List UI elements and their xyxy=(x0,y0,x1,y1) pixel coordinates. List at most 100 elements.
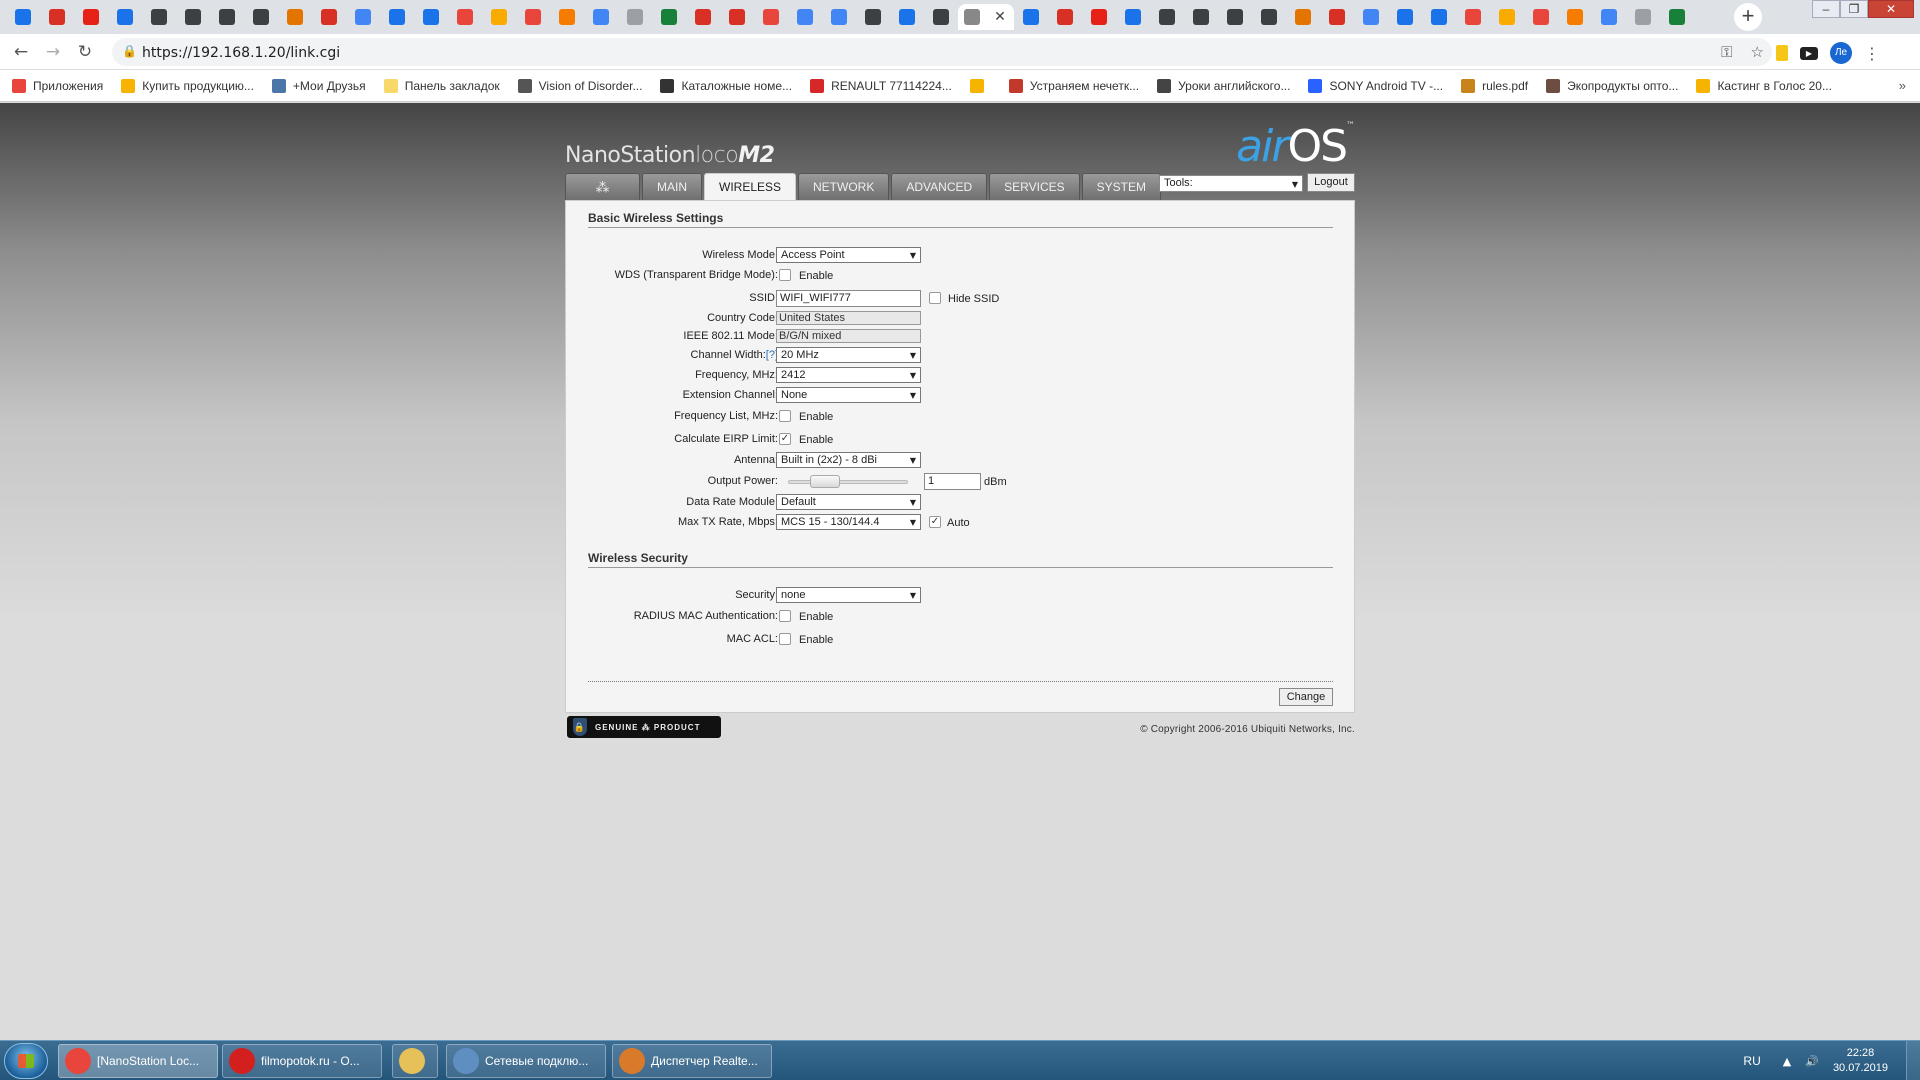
browser-tab[interactable] xyxy=(788,4,822,30)
bookmark-item[interactable]: Панель закладок xyxy=(383,78,500,93)
bookmark-item[interactable]: rules.pdf xyxy=(1461,78,1528,93)
new-tab-button[interactable]: + xyxy=(1734,3,1762,31)
wds-checkbox[interactable] xyxy=(779,269,791,281)
browser-tab[interactable] xyxy=(244,4,278,30)
browser-tab[interactable] xyxy=(1116,4,1150,30)
youtube-extension-icon[interactable]: ▶ xyxy=(1800,46,1818,60)
browser-tab[interactable] xyxy=(74,4,108,30)
browser-tab[interactable] xyxy=(720,4,754,30)
browser-tab[interactable] xyxy=(652,4,686,30)
tab-main[interactable]: MAIN xyxy=(642,173,702,200)
security-select[interactable]: none xyxy=(776,587,921,603)
browser-tab[interactable] xyxy=(516,4,550,30)
output-power-input[interactable]: 1 xyxy=(924,473,981,490)
tab-system[interactable]: SYSTEM xyxy=(1081,173,1161,200)
taskbar-item[interactable] xyxy=(392,1044,438,1078)
profile-avatar[interactable]: Ле xyxy=(1830,42,1852,64)
key-icon[interactable]: ⚿ xyxy=(1721,43,1732,61)
tray-arrow-icon[interactable]: ▲ xyxy=(1783,1055,1791,1068)
browser-tab[interactable] xyxy=(1218,4,1252,30)
output-power-slider-handle[interactable] xyxy=(810,475,840,488)
browser-tab[interactable] xyxy=(210,4,244,30)
bookmark-item[interactable]: Экопродукты опто... xyxy=(1546,78,1678,93)
bookmark-item[interactable]: Кастинг в Голос 20... xyxy=(1696,78,1832,93)
browser-tab[interactable] xyxy=(278,4,312,30)
browser-tab[interactable] xyxy=(618,4,652,30)
output-power-slider[interactable] xyxy=(788,480,908,484)
tab-ubnt-logo[interactable]: ⁂ xyxy=(565,173,640,200)
address-bar[interactable]: 🔒 https://192.168.1.20/link.cgi ⚿ ☆ xyxy=(112,38,1772,66)
tab-services[interactable]: SERVICES xyxy=(989,173,1080,200)
browser-tab[interactable] xyxy=(550,4,584,30)
browser-tab[interactable] xyxy=(40,4,74,30)
maximize-button[interactable]: ❐ xyxy=(1840,0,1868,18)
bookmark-star-icon[interactable]: ☆ xyxy=(1751,43,1764,61)
frequency-select[interactable]: 2412 xyxy=(776,367,921,383)
bookmark-item[interactable]: Уроки английского... xyxy=(1157,78,1290,93)
browser-tab[interactable] xyxy=(754,4,788,30)
bookmark-item[interactable]: +Мои Друзья xyxy=(271,78,366,93)
browser-tab[interactable] xyxy=(1558,4,1592,30)
browser-tab[interactable] xyxy=(1388,4,1422,30)
language-indicator[interactable]: RU xyxy=(1743,1054,1760,1068)
start-button[interactable] xyxy=(4,1043,48,1079)
back-icon[interactable]: ← xyxy=(10,41,32,63)
extension-icon[interactable] xyxy=(1776,45,1788,61)
browser-tab[interactable] xyxy=(142,4,176,30)
menu-kebab-icon[interactable]: ⋮ xyxy=(1864,44,1880,63)
browser-tab[interactable] xyxy=(108,4,142,30)
auto-checkbox[interactable]: ✓ xyxy=(929,516,941,528)
tab-network[interactable]: NETWORK xyxy=(798,173,890,200)
browser-tab[interactable] xyxy=(1320,4,1354,30)
browser-tab[interactable] xyxy=(1422,4,1456,30)
channel-width-select[interactable]: 20 MHz xyxy=(776,347,921,363)
browser-tab[interactable] xyxy=(1048,4,1082,30)
browser-tab[interactable] xyxy=(448,4,482,30)
wireless-mode-select[interactable]: Access Point xyxy=(776,247,921,263)
data-rate-select[interactable]: Default xyxy=(776,494,921,510)
antenna-select[interactable]: Built in (2x2) - 8 dBi xyxy=(776,452,921,468)
browser-tab[interactable] xyxy=(1524,4,1558,30)
browser-tab[interactable] xyxy=(414,4,448,30)
browser-tab[interactable] xyxy=(584,4,618,30)
browser-tab[interactable] xyxy=(1626,4,1660,30)
browser-tab[interactable] xyxy=(1184,4,1218,30)
browser-tab[interactable] xyxy=(1592,4,1626,30)
max-tx-rate-select[interactable]: MCS 15 - 130/144.4 xyxy=(776,514,921,530)
browser-tab[interactable] xyxy=(686,4,720,30)
close-tab-icon[interactable]: ✕ xyxy=(992,9,1008,25)
browser-tab[interactable] xyxy=(1014,4,1048,30)
bookmarks-overflow-icon[interactable]: » xyxy=(1899,78,1906,93)
browser-tab[interactable] xyxy=(1660,4,1694,30)
tab-advanced[interactable]: ADVANCED xyxy=(891,173,988,200)
show-desktop-button[interactable] xyxy=(1906,1041,1920,1080)
mac-acl-checkbox[interactable] xyxy=(779,633,791,645)
browser-tab[interactable] xyxy=(1286,4,1320,30)
radius-checkbox[interactable] xyxy=(779,610,791,622)
reload-icon[interactable]: ↻ xyxy=(74,41,96,63)
browser-tab[interactable] xyxy=(482,4,516,30)
bookmark-item[interactable]: SONY Android TV -... xyxy=(1308,78,1443,93)
bookmark-item[interactable]: Каталожные номе... xyxy=(660,78,792,93)
browser-tab[interactable] xyxy=(822,4,856,30)
bookmark-item[interactable]: Устраняем нечетк... xyxy=(1008,78,1139,93)
volume-icon[interactable]: 🔊 xyxy=(1805,1055,1819,1068)
bookmark-item[interactable] xyxy=(969,78,991,93)
browser-tab[interactable] xyxy=(380,4,414,30)
bookmark-item[interactable]: Vision of Disorder... xyxy=(517,78,642,93)
close-window-button[interactable]: ✕ xyxy=(1868,0,1914,18)
browser-tab[interactable] xyxy=(1490,4,1524,30)
url-text[interactable]: https://192.168.1.20/link.cgi xyxy=(142,45,340,61)
browser-tab[interactable] xyxy=(6,4,40,30)
browser-tab[interactable] xyxy=(1354,4,1388,30)
browser-tab[interactable] xyxy=(312,4,346,30)
browser-tab[interactable] xyxy=(924,4,958,30)
taskbar-item[interactable]: [NanoStation Loc... xyxy=(58,1044,218,1078)
browser-tab[interactable] xyxy=(346,4,380,30)
eirp-checkbox[interactable]: ✓ xyxy=(779,433,791,445)
browser-tab[interactable] xyxy=(1082,4,1116,30)
browser-tab[interactable] xyxy=(1150,4,1184,30)
clock[interactable]: 22:28 30.07.2019 xyxy=(1833,1046,1888,1076)
forward-icon[interactable]: → xyxy=(42,41,64,63)
change-button[interactable]: Change xyxy=(1279,688,1333,706)
